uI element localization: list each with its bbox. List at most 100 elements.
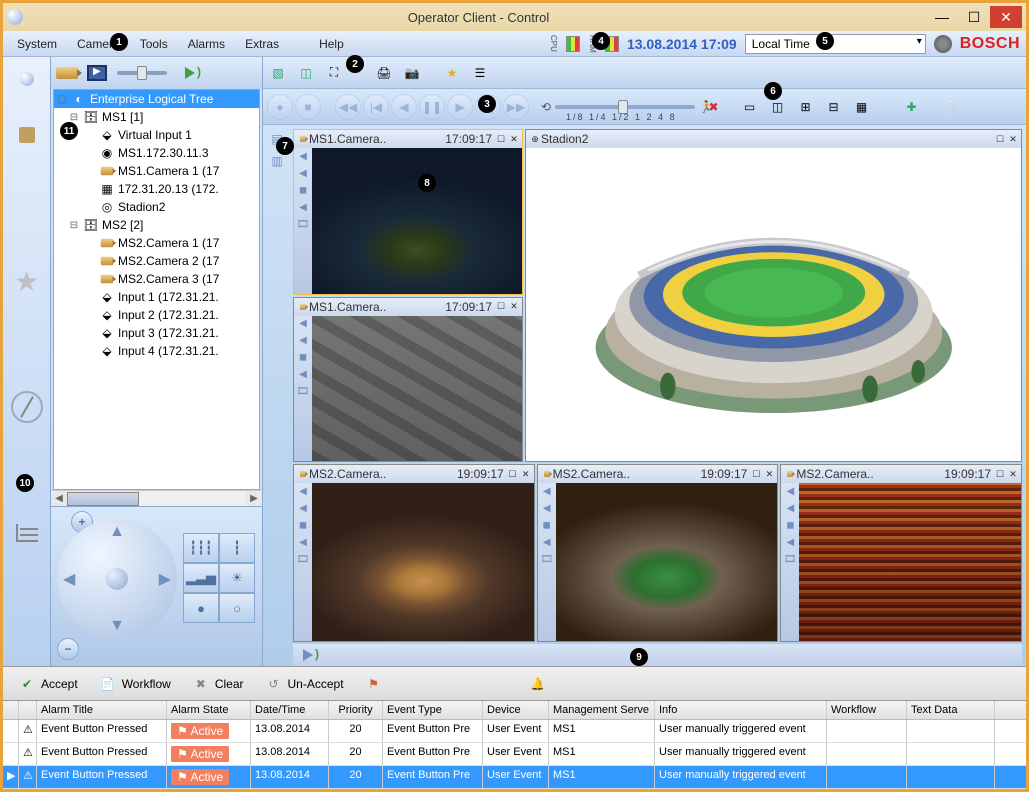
col-workflow[interactable]: Workflow	[827, 701, 907, 719]
map-body[interactable]	[526, 148, 1021, 461]
camera-snapshot-button[interactable]: 📷	[400, 62, 424, 84]
maximize-pane-icon[interactable]: ☐	[507, 468, 519, 480]
col-mgmt[interactable]: Management Serve	[549, 701, 655, 719]
fullscreen-button[interactable]: ⛶	[322, 62, 346, 84]
filmstrip-button[interactable]: ☰	[468, 62, 492, 84]
col-state[interactable]: Alarm State	[167, 701, 251, 719]
tree-ms1[interactable]: ⊟🗄MS1 [1]	[54, 108, 259, 126]
layout-3-button[interactable]: ⊞	[794, 96, 818, 118]
accept-button[interactable]: ✔Accept	[9, 670, 86, 698]
close-pane-icon[interactable]: ✕	[1007, 133, 1019, 145]
add-layout-button[interactable]: ✚	[900, 96, 924, 118]
ptz-preset-1[interactable]: ┇┇┇	[183, 533, 219, 563]
record-button[interactable]: ●	[267, 94, 293, 120]
print-button[interactable]: 🖨	[372, 62, 396, 84]
help-button[interactable]: ❔	[940, 96, 964, 118]
speaker-off-icon[interactable]	[303, 649, 313, 661]
logical-tree-tab[interactable]	[9, 61, 45, 97]
workflow-button[interactable]: 📄Workflow	[90, 670, 179, 698]
maximize-pane-icon[interactable]: ☐	[750, 468, 762, 480]
maximize-pane-icon[interactable]: ☐	[994, 468, 1006, 480]
speed-slider[interactable]	[555, 105, 695, 109]
alarm-row[interactable]: ⚠ Event Button Pressed Active 13.08.2014…	[3, 720, 1026, 743]
tree-item[interactable]: MS1.Camera 1 (17	[54, 162, 259, 180]
tree-item[interactable]: ▦172.31.20.13 (172.	[54, 180, 259, 198]
tree-item[interactable]: ⬙Input 3 (172.31.21.	[54, 324, 259, 342]
map-pane[interactable]: ⊕Stadion2☐✕	[525, 129, 1022, 462]
volume-slider[interactable]	[117, 71, 167, 75]
menu-alarms[interactable]: Alarms	[178, 33, 235, 55]
sequence-button[interactable]: ◫	[294, 62, 318, 84]
playback-mode-button[interactable]	[83, 60, 111, 86]
close-pane-icon[interactable]: ✕	[1007, 468, 1019, 480]
menu-help[interactable]: Help	[309, 33, 354, 55]
map-tab[interactable]	[9, 389, 45, 425]
unaccept-button[interactable]: ↺Un-Accept	[256, 670, 352, 698]
camera-pane-3[interactable]: MS2.Camera..19:09:17☐✕ ◀◀◼◀🎞	[293, 464, 535, 642]
ptz-iris-open[interactable]: ▂▃▅	[183, 563, 219, 593]
menu-system[interactable]: System	[7, 33, 67, 55]
tree-item[interactable]: ⬙Input 4 (172.31.21.	[54, 342, 259, 360]
device-tree[interactable]: ▢◐Enterprise Logical Tree ⊟🗄MS1 [1] ⬙Vir…	[53, 89, 260, 490]
delete-button[interactable]: ✖	[702, 96, 726, 118]
col-textdata[interactable]: Text Data	[907, 701, 995, 719]
maximize-pane-icon[interactable]: ☐	[495, 133, 507, 145]
camera-pane-2[interactable]: MS1.Camera..17:09:17☐✕ ◀◀◼◀🎞	[293, 297, 523, 463]
tree-item[interactable]: ⬙Virtual Input 1	[54, 126, 259, 144]
pause-button[interactable]: ❚❚	[419, 94, 445, 120]
ptz-preset-2[interactable]: ┇	[219, 533, 255, 563]
alarm-row-selected[interactable]: ▶⚠ Event Button Pressed Active 13.08.201…	[3, 766, 1026, 789]
ptz-zoom-out[interactable]: −	[57, 638, 79, 660]
close-pane-icon[interactable]: ✕	[508, 133, 520, 145]
tree-item[interactable]: ◉MS1.172.30.11.3	[54, 144, 259, 162]
menu-tools[interactable]: Tools	[130, 33, 178, 55]
tree-root[interactable]: ▢◐Enterprise Logical Tree	[54, 90, 259, 108]
comment-button[interactable]: ⚑	[356, 670, 392, 698]
menu-extras[interactable]: Extras	[235, 33, 289, 55]
tree-h-scrollbar[interactable]: ◀▶	[51, 490, 262, 506]
play-back-button[interactable]: ◀	[391, 94, 417, 120]
maximize-pane-icon[interactable]: ☐	[994, 133, 1006, 145]
close-pane-icon[interactable]: ✕	[520, 468, 532, 480]
maximize-pane-icon[interactable]: ☐	[495, 301, 507, 313]
rewind-button[interactable]: ◀◀	[335, 94, 361, 120]
ptz-focus-near[interactable]: ●	[183, 593, 219, 623]
layout-1-button[interactable]: ▭	[738, 96, 762, 118]
tree-item[interactable]: ⬙Input 1 (172.31.21.	[54, 288, 259, 306]
forward-button[interactable]: ▶▶	[503, 94, 529, 120]
col-title[interactable]: Alarm Title	[37, 701, 167, 719]
ptz-focus-far[interactable]: ○	[219, 593, 255, 623]
ptz-center[interactable]	[106, 568, 128, 590]
tree-item[interactable]: MS2.Camera 3 (17	[54, 270, 259, 288]
close-pane-icon[interactable]: ✕	[508, 301, 520, 313]
snapshot-button[interactable]: ▧	[266, 62, 290, 84]
tree-item[interactable]: ⬙Input 2 (172.31.21.	[54, 306, 259, 324]
col-priority[interactable]: Priority	[329, 701, 383, 719]
col-datetime[interactable]: Date/Time	[251, 701, 329, 719]
camera-pane-4[interactable]: MS2.Camera..19:09:17☐✕ ◀◀◼◀🎞	[537, 464, 779, 642]
ptz-joystick[interactable]: ▲ ▼ ◀ ▶	[57, 519, 177, 639]
close-pane-icon[interactable]: ✕	[763, 468, 775, 480]
maximize-button[interactable]: ☐	[958, 6, 990, 28]
favorite-button[interactable]: ★	[440, 62, 464, 84]
audio-button[interactable]	[173, 60, 201, 86]
ptz-iris-close[interactable]: ☀	[219, 563, 255, 593]
tree-item[interactable]: MS2.Camera 1 (17	[54, 234, 259, 252]
close-button[interactable]: ✕	[990, 6, 1022, 28]
live-mode-button[interactable]	[53, 60, 81, 86]
clear-button[interactable]: ✖Clear	[183, 670, 252, 698]
favorites-tab[interactable]	[9, 117, 45, 153]
layout-5-button[interactable]: ▦	[850, 96, 874, 118]
step-back-button[interactable]: |◀	[363, 94, 389, 120]
col-device[interactable]: Device	[483, 701, 549, 719]
bookmarks-tab[interactable]: ★	[9, 263, 45, 299]
camera-pane-1[interactable]: MS1.Camera..17:09:17☐✕ ◀◀◼◀🎞	[293, 129, 523, 295]
alarm-row[interactable]: ⚠ Event Button Pressed Active 13.08.2014…	[3, 743, 1026, 766]
tree-item[interactable]: MS2.Camera 2 (17	[54, 252, 259, 270]
grid-tab[interactable]	[9, 515, 45, 551]
minimize-button[interactable]: —	[926, 6, 958, 28]
tree-ms2[interactable]: ⊟🗄MS2 [2]	[54, 216, 259, 234]
globe-icon[interactable]	[934, 35, 952, 53]
col-info[interactable]: Info	[655, 701, 827, 719]
layout-4-button[interactable]: ⊟	[822, 96, 846, 118]
